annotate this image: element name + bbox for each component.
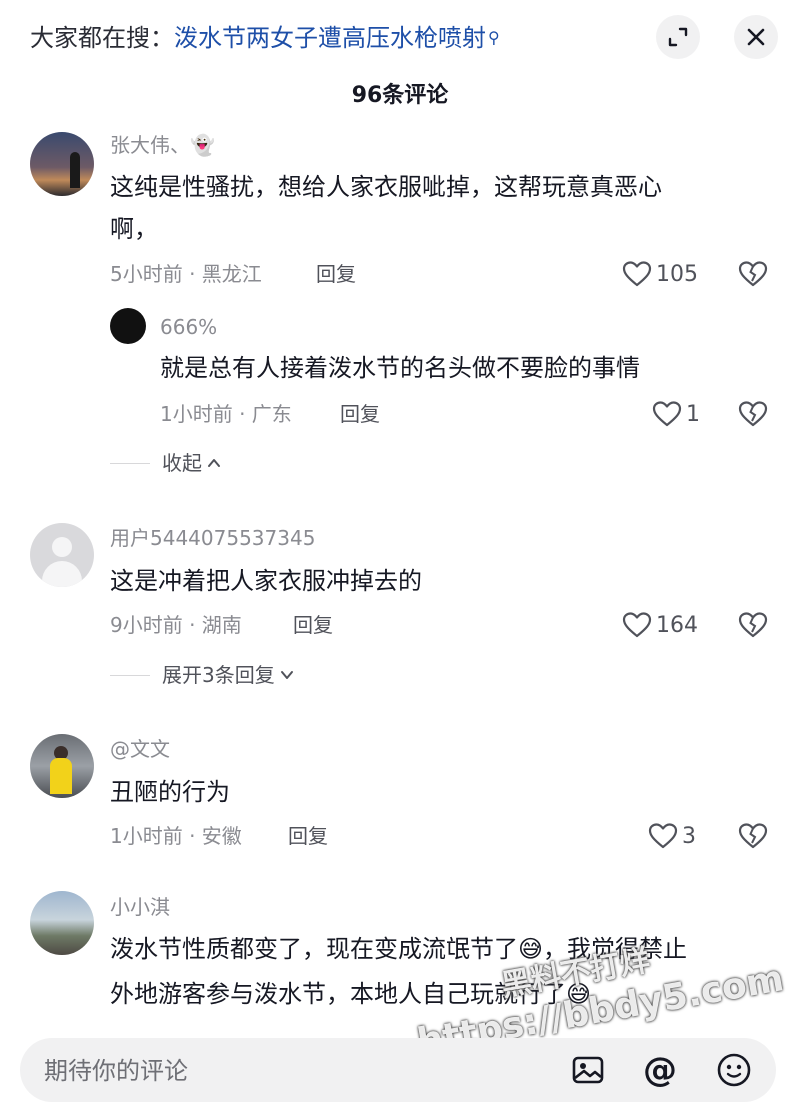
heart-icon	[622, 261, 652, 287]
emoji-button[interactable]	[716, 1052, 752, 1088]
comment-username[interactable]: @文文	[110, 735, 170, 763]
reply-text: 就是总有人接着泼水节的名头做不要脸的事情	[160, 354, 640, 382]
collapse-button[interactable]	[656, 15, 700, 59]
like-count: 3	[682, 823, 696, 849]
comment-input[interactable]: 期待你的评论 @	[20, 1038, 776, 1102]
toggle-label: 收起	[162, 451, 202, 475]
like-count: 105	[656, 261, 698, 287]
like-button[interactable]: 164	[622, 611, 698, 639]
collapse-replies-button[interactable]: 收起	[110, 449, 222, 477]
dislike-button[interactable]	[738, 260, 768, 288]
comment-username[interactable]: 小小淇	[110, 893, 170, 921]
divider	[110, 462, 150, 464]
reply-time: 1小时前 · 广东	[160, 402, 292, 426]
like-button[interactable]: 105	[622, 260, 698, 288]
reply-username[interactable]: 666%	[160, 313, 217, 341]
dislike-icon	[738, 612, 768, 638]
comment-time: 9小时前 · 湖南	[110, 613, 242, 637]
dislike-button[interactable]	[738, 611, 768, 639]
image-button[interactable]	[570, 1052, 606, 1088]
emoji-icon	[717, 1053, 751, 1087]
reply-button[interactable]: 回复	[293, 611, 333, 639]
comment-text: 啊，	[110, 215, 158, 243]
comment-text: 这纯是性骚扰，想给人家衣服呲掉，这帮玩意真恶心	[110, 173, 662, 201]
comment-username[interactable]: 用户5444075537345	[110, 524, 315, 552]
expand-replies-button[interactable]: 展开3条回复	[110, 661, 295, 689]
dislike-icon	[738, 261, 768, 287]
search-query-link[interactable]: 泼水节两女子遭高压水枪喷射	[174, 24, 486, 52]
avatar[interactable]	[30, 891, 94, 955]
like-count: 164	[656, 612, 698, 638]
search-suggestion[interactable]: 大家都在搜：泼水节两女子遭高压水枪喷射 ⚲	[30, 20, 500, 56]
heart-icon	[652, 401, 682, 427]
comment-time: 1小时前 · 安徽	[110, 824, 242, 848]
heart-icon	[622, 612, 652, 638]
avatar[interactable]	[30, 734, 94, 798]
search-icon: ⚲	[488, 28, 500, 47]
chevron-up-icon	[208, 459, 220, 467]
comment-text: 这是冲着把人家衣服冲掉去的	[110, 567, 422, 595]
comment-count: 96条评论	[351, 83, 449, 108]
comment-input-placeholder: 期待你的评论	[44, 1057, 188, 1085]
reply-button[interactable]: 回复	[316, 260, 356, 288]
heart-icon	[648, 823, 678, 849]
mention-icon: @	[643, 1050, 677, 1090]
divider	[110, 674, 150, 676]
avatar[interactable]	[110, 308, 146, 344]
avatar[interactable]	[30, 523, 94, 587]
dislike-button[interactable]	[738, 400, 768, 428]
reply-button[interactable]: 回复	[340, 400, 380, 428]
avatar[interactable]	[30, 132, 94, 196]
dislike-button[interactable]	[738, 822, 768, 850]
like-count: 1	[686, 401, 700, 427]
chevron-down-icon	[280, 671, 293, 679]
dislike-icon	[738, 823, 768, 849]
dislike-icon	[738, 401, 768, 427]
like-button[interactable]: 1	[652, 400, 700, 428]
toggle-label: 展开3条回复	[162, 663, 275, 687]
close-button[interactable]	[734, 15, 778, 59]
comment-time: 5小时前 · 黑龙江	[110, 262, 262, 286]
mention-button[interactable]: @	[642, 1052, 678, 1088]
image-icon	[572, 1056, 604, 1084]
comment-text: 丑陋的行为	[110, 778, 230, 806]
reply-button[interactable]: 回复	[288, 822, 328, 850]
search-prefix: 大家都在搜：	[30, 24, 174, 52]
like-button[interactable]: 3	[648, 822, 696, 850]
collapse-icon	[668, 27, 688, 47]
close-icon	[747, 28, 765, 46]
comment-username[interactable]: 张大伟、👻	[110, 131, 215, 159]
